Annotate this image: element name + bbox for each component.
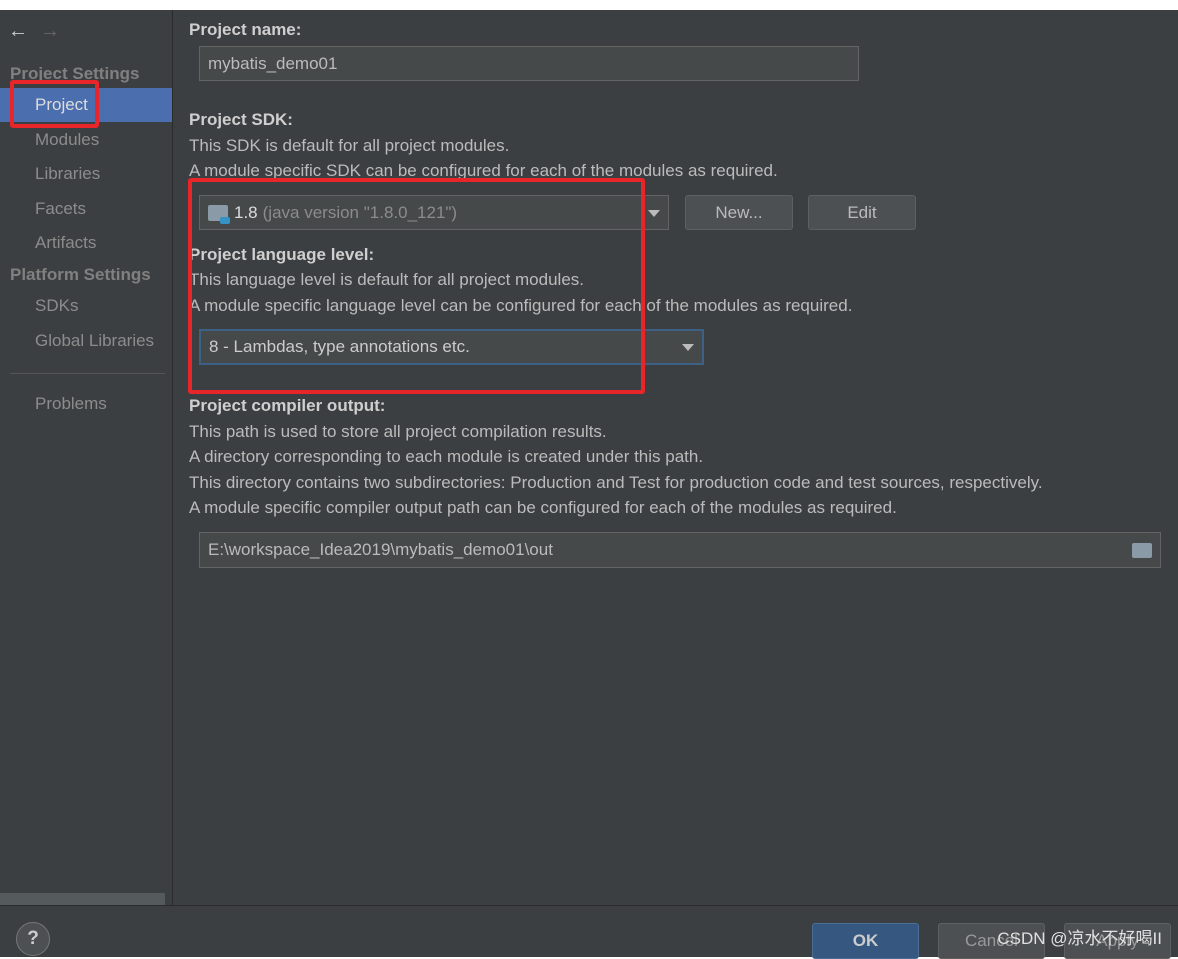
sidebar-item-facets[interactable]: Facets	[0, 192, 172, 226]
sidebar-item-modules[interactable]: Modules	[0, 123, 172, 157]
output-description: This path is used to store all project c…	[189, 422, 607, 441]
help-button[interactable]: ?	[16, 922, 50, 956]
horizontal-scrollbar[interactable]	[0, 893, 165, 905]
back-arrow-icon[interactable]: ←	[8, 20, 28, 42]
output-description: A directory corresponding to each module…	[189, 447, 704, 466]
chevron-down-icon	[648, 209, 660, 217]
highlight-box-sdk-language	[188, 178, 645, 394]
sidebar: ← → Project Settings Project Modules Libr…	[0, 10, 173, 905]
sdk-description: This SDK is default for all project modu…	[189, 136, 510, 155]
sidebar-item-global-libraries[interactable]: Global Libraries	[0, 324, 172, 358]
sidebar-item-sdks[interactable]: SDKs	[0, 289, 172, 323]
project-name-label: Project name:	[189, 20, 302, 39]
project-name-input[interactable]: mybatis_demo01	[199, 46, 859, 81]
ok-button[interactable]: OK	[812, 923, 919, 959]
forward-arrow-icon[interactable]: →	[40, 20, 60, 42]
project-structure-dialog: ← → Project Settings Project Modules Libr…	[0, 10, 1178, 959]
highlight-box-project	[10, 80, 99, 128]
project-settings-panel: Project name: mybatis_demo01 Project SDK…	[174, 10, 1178, 905]
project-sdk-label: Project SDK:	[189, 110, 293, 129]
edit-sdk-button[interactable]: Edit	[808, 195, 916, 230]
output-description: This directory contains two subdirectori…	[189, 473, 1043, 492]
output-description: A module specific compiler output path c…	[189, 498, 897, 517]
watermark: CSDN @凉水不好喝II	[997, 929, 1162, 948]
compiler-output-input[interactable]: E:\workspace_Idea2019\mybatis_demo01\out	[199, 532, 1161, 568]
chevron-down-icon	[682, 344, 694, 351]
divider	[10, 373, 165, 374]
sidebar-item-problems[interactable]: Problems	[0, 387, 172, 421]
dialog-footer: ? OK Cancel Apply CSDN @凉水不好喝II	[0, 905, 1178, 959]
new-sdk-button[interactable]: New...	[685, 195, 793, 230]
compiler-output-label: Project compiler output:	[189, 396, 386, 415]
sidebar-item-artifacts[interactable]: Artifacts	[0, 226, 172, 260]
group-platform-settings: Platform Settings	[10, 265, 151, 284]
output-path: E:\workspace_Idea2019\mybatis_demo01\out	[208, 540, 553, 559]
sidebar-item-libraries[interactable]: Libraries	[0, 157, 172, 191]
folder-browse-icon[interactable]	[1132, 543, 1152, 558]
